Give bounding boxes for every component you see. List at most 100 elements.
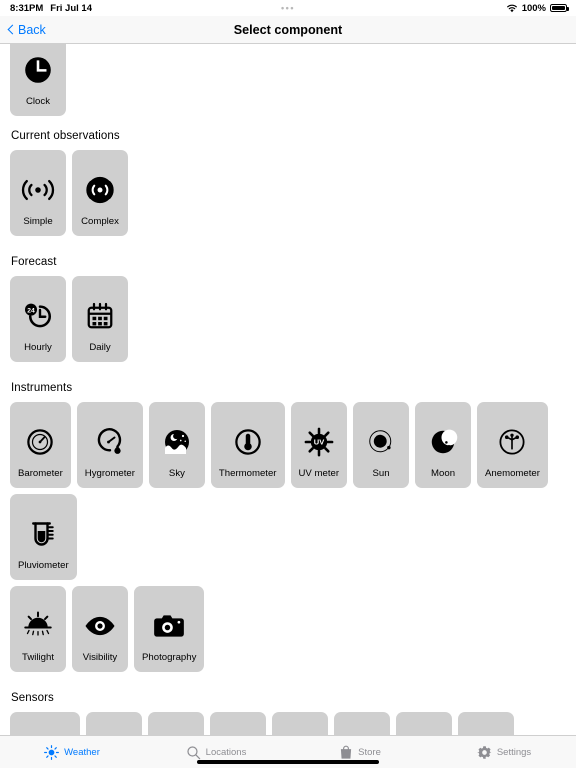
svg-text:UV: UV <box>314 437 324 446</box>
sun-orbit-icon <box>361 415 401 468</box>
section-header: Current observations <box>11 130 120 142</box>
component-tile-rain[interactable]: Rain <box>457 712 514 735</box>
battery-percent: 100% <box>521 2 546 14</box>
section-forecast: Forecast 24 Hourly Daily <box>10 256 566 362</box>
anemometer-circle-icon <box>485 415 540 468</box>
section-sensors: Sensors Temperature <box>10 692 566 735</box>
component-tile-sunrise[interactable]: Sunrise <box>271 712 328 735</box>
broadcast-outline-icon <box>18 163 58 216</box>
rain-cloud-icon <box>466 725 506 735</box>
component-tile-pluviometer[interactable]: Pluviometer <box>10 494 77 580</box>
tile-row: Temperature Pressure <box>10 712 566 735</box>
component-tile-twilight[interactable]: Twilight <box>10 586 66 672</box>
eye-icon <box>80 599 120 652</box>
component-tile-sky[interactable]: Sky <box>148 402 205 488</box>
component-tile-humidity[interactable]: Humidity <box>147 712 204 735</box>
status-bar-right: 100% <box>506 0 569 16</box>
sun-icon <box>44 744 60 760</box>
tile-label: Sky <box>168 468 185 479</box>
tile-label: Pluviometer <box>18 560 69 571</box>
component-tile-daily[interactable]: Daily <box>72 276 128 362</box>
gear-icon <box>476 745 492 760</box>
tile-label: Sun <box>372 468 390 479</box>
search-icon <box>186 745 201 760</box>
component-tile-pressure[interactable]: Pressure <box>85 712 142 735</box>
tile-row: 24 Hourly Daily <box>10 276 566 362</box>
bag-icon <box>339 745 353 760</box>
component-tile-thermometer-instrument[interactable]: Thermometer <box>210 402 285 488</box>
section-current-observations: Current observations Simple Complex <box>10 130 566 236</box>
tab-settings[interactable]: Settings <box>432 745 576 760</box>
tile-label: Hygrometer <box>84 468 135 479</box>
component-tile-sun[interactable]: Sun <box>353 402 410 488</box>
calendar-icon <box>80 289 120 342</box>
barometer-gauge-icon <box>18 415 63 468</box>
section-header: Sensors <box>11 692 54 704</box>
tile-label: Moon <box>431 468 456 479</box>
tile-row: Barometer Hygrometer Sky Thermometer UV … <box>10 402 566 580</box>
status-bar: 8:31PM Fri Jul 14 ••• 100% <box>0 0 576 16</box>
tile-label: Anemometer <box>485 468 540 479</box>
tile-label: Simple <box>23 216 53 227</box>
section-clipped: Clock <box>10 44 566 116</box>
wifi-icon <box>506 4 518 13</box>
component-tile-visibility[interactable]: Visibility <box>72 586 128 672</box>
twilight-horizon-icon <box>18 599 58 652</box>
clock-icon <box>18 44 58 96</box>
component-tile-clock[interactable]: Clock <box>10 44 66 116</box>
tile-row: Clock <box>10 44 566 116</box>
tile-label: Daily <box>89 342 111 353</box>
broadcast-filled-icon <box>80 163 120 216</box>
section-instruments: Instruments Barometer Hygrometer Sky The… <box>10 382 566 672</box>
tile-label: Hourly <box>24 342 52 353</box>
tab-label: Store <box>358 746 381 758</box>
battery-icon <box>550 3 569 13</box>
tile-label: Complex <box>81 216 119 227</box>
thermometer-icon <box>18 725 72 735</box>
tile-label: UV meter <box>298 468 340 479</box>
tab-store[interactable]: Store <box>288 745 432 760</box>
component-tile-temperature[interactable]: Temperature <box>10 712 80 735</box>
tab-locations[interactable]: Locations <box>144 745 288 760</box>
tile-label: Photography <box>142 652 197 663</box>
status-dots: ••• <box>281 3 295 13</box>
tile-label: Barometer <box>18 468 63 479</box>
section-header: Forecast <box>11 256 57 268</box>
clock-24h-icon: 24 <box>18 289 58 342</box>
moon-crescent-icon <box>423 415 463 468</box>
tile-label: Visibility <box>82 652 118 663</box>
tab-label: Weather <box>64 746 100 758</box>
uv-sun-outline-icon: UV <box>218 725 258 735</box>
home-indicator <box>197 760 379 764</box>
component-tile-complex[interactable]: Complex <box>72 150 128 236</box>
tile-label: Clock <box>26 96 50 107</box>
component-tile-uv[interactable]: UV UV <box>209 712 266 735</box>
component-tile-simple[interactable]: Simple <box>10 150 66 236</box>
component-tile-photography[interactable]: Photography <box>134 586 205 672</box>
tile-label: Twilight <box>22 652 54 663</box>
component-tile-sunset[interactable]: Sunset <box>333 712 390 735</box>
component-tile-barometer[interactable]: Barometer <box>10 402 71 488</box>
svg-text:24: 24 <box>27 307 35 314</box>
component-tile-uv-meter[interactable]: UV UV meter <box>290 402 348 488</box>
tab-label: Settings <box>496 746 532 758</box>
component-list-scroll[interactable]: Clock Current observations Simple Comple… <box>0 44 576 735</box>
sunset-icon <box>342 725 382 735</box>
component-tile-anemometer[interactable]: Anemometer <box>477 402 548 488</box>
sky-moon-stars-icon <box>157 415 197 468</box>
component-tile-hourly[interactable]: 24 Hourly <box>10 276 66 362</box>
thermometer-circle-icon <box>219 415 277 468</box>
hygrometer-gauge-drop-icon <box>85 415 135 468</box>
component-tile-hygrometer[interactable]: Hygrometer <box>76 402 143 488</box>
pluviometer-gauge-icon <box>18 507 69 560</box>
tab-weather[interactable]: Weather <box>0 744 144 760</box>
tile-label: Thermometer <box>218 468 277 479</box>
humidity-drop-percent-icon <box>156 725 196 735</box>
tile-row: Twilight Visibility Photography <box>10 586 566 672</box>
navigation-bar: Back Select component <box>0 16 576 44</box>
component-tile-moon[interactable]: Moon <box>415 402 472 488</box>
camera-icon <box>142 599 196 652</box>
component-tile-wind[interactable]: Wind <box>395 712 452 735</box>
section-header: Instruments <box>11 382 73 394</box>
ipad-screen: 8:31PM Fri Jul 14 ••• 100% Back Select c… <box>0 0 576 768</box>
